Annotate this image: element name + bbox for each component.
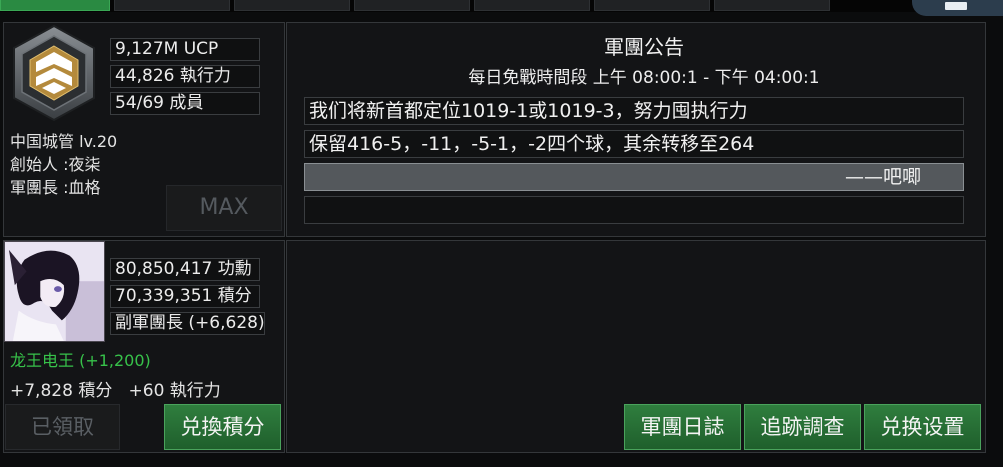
- notice-line-1[interactable]: 我们将新首都定位1019-1或1019-3，努力囤执行力: [304, 97, 964, 125]
- guild-founder: 創始人 :夜柒: [10, 155, 101, 174]
- tab-5[interactable]: [474, 0, 590, 11]
- guild-members-stat: 54/69 成員: [110, 92, 260, 115]
- notice-line-2[interactable]: 保留416-5，-11，-5-1，-2四个球，其余转移至264: [304, 130, 964, 158]
- tab-active[interactable]: [0, 0, 110, 11]
- top-tab-bar: [0, 0, 1003, 12]
- guild-log-button[interactable]: 軍團日誌: [624, 404, 741, 450]
- menu-icon: [945, 2, 967, 10]
- notice-schedule: 每日免戰時間段 上午 08:00:1 - 下午 04:00:1: [468, 68, 820, 88]
- claimed-button[interactable]: 已領取: [5, 404, 120, 450]
- max-button[interactable]: MAX: [166, 185, 282, 231]
- menu-button[interactable]: [912, 0, 1003, 16]
- member-merit-stat: 80,850,417 功勳: [110, 258, 260, 281]
- member-highlight-name: 龙王电王 (+1,200): [10, 351, 151, 370]
- guild-leader: 軍團長 :血格: [10, 178, 101, 197]
- member-role-stat: 副軍團長 (+6,628): [110, 312, 265, 335]
- member-rewards: +7,828 積分 +60 執行力: [10, 381, 221, 401]
- tab-4[interactable]: [354, 0, 470, 11]
- track-investigate-button[interactable]: 追跡調查: [744, 404, 861, 450]
- tab-3[interactable]: [234, 0, 350, 11]
- guild-ucp-stat: 9,127M UCP: [110, 38, 260, 61]
- tab-6[interactable]: [594, 0, 710, 11]
- guild-name-level: 中国城管 lv.20: [10, 132, 118, 151]
- notice-line-3-active[interactable]: ——吧唧: [304, 163, 964, 191]
- tab-7[interactable]: [714, 0, 830, 11]
- notice-line-4[interactable]: [304, 196, 964, 224]
- exchange-settings-button[interactable]: 兑换设置: [864, 404, 981, 450]
- notice-title: 軍團公告: [604, 35, 684, 59]
- member-avatar: [4, 241, 105, 342]
- exchange-points-button[interactable]: 兑換積分: [164, 404, 281, 450]
- guild-action-power-stat: 44,826 執行力: [110, 65, 260, 88]
- tab-2[interactable]: [114, 0, 230, 11]
- guild-emblem-icon: [13, 24, 95, 122]
- member-points-stat: 70,339,351 積分: [110, 285, 260, 308]
